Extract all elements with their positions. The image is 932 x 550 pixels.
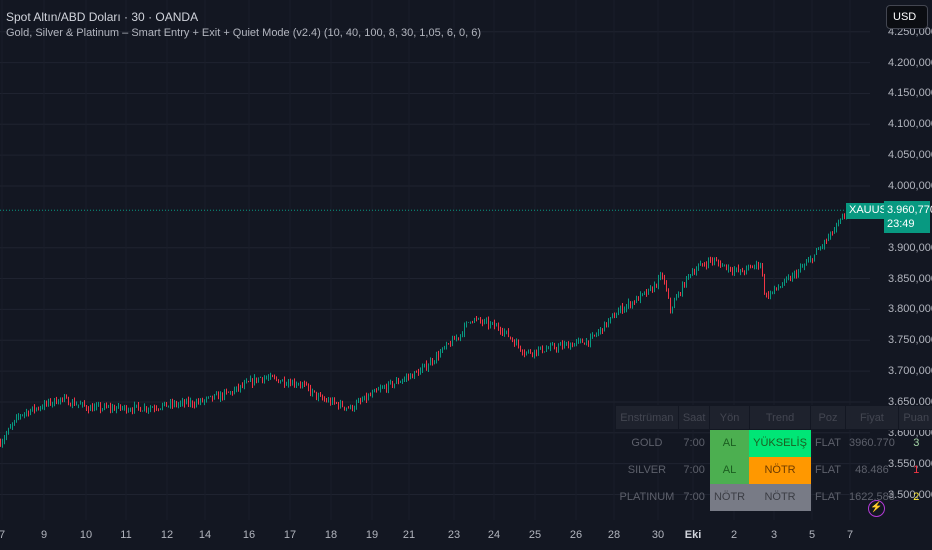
- time-label: 23: [447, 529, 461, 541]
- time-label: 2: [730, 529, 738, 541]
- time: 7:00: [683, 464, 705, 476]
- score: 1: [913, 464, 920, 476]
- time: 7:00: [683, 491, 705, 503]
- price: 3960.770: [849, 437, 895, 450]
- time-label: 10: [79, 529, 93, 541]
- currency-button[interactable]: USD: [886, 5, 928, 29]
- last-price: 3.960,770: [887, 204, 932, 216]
- time-label: 28: [607, 529, 621, 541]
- instrument: PLATINUM: [619, 491, 675, 503]
- time-label: 7: [846, 529, 854, 541]
- price-label: 3.800,000: [888, 303, 932, 316]
- time-label: 7: [0, 529, 6, 541]
- time-label: 14: [198, 529, 212, 541]
- time-label: 30: [651, 529, 665, 541]
- time-label: 25: [528, 529, 542, 541]
- trend: YÜKSELİŞ: [749, 429, 811, 457]
- last-price-label: 3.960,770 23:49: [884, 201, 932, 233]
- price-label: 4.000,000: [888, 180, 932, 192]
- price-label: 4.150,000: [888, 87, 932, 100]
- position: FLAT: [814, 491, 842, 503]
- time-label: 19: [365, 529, 379, 541]
- time-label: 9: [40, 529, 48, 541]
- price-label: 3.750,000: [888, 334, 932, 347]
- price-label: 3.700,000: [888, 365, 932, 378]
- time-label: 18: [324, 529, 338, 541]
- time: 7:00: [683, 437, 705, 450]
- bar-countdown: 23:49: [887, 218, 915, 230]
- time-label: 26: [569, 529, 583, 541]
- lightning-icon[interactable]: ⚡: [868, 500, 885, 517]
- time-label: 21: [402, 529, 416, 541]
- price-label: 4.100,000: [888, 118, 932, 131]
- price-label: 3.850,000: [888, 272, 932, 285]
- table-row: SILVER 7:00 AL NÖTR FLAT 48.486 1: [616, 456, 932, 484]
- table-row: GOLD 7:00 AL YÜKSELİŞ FLAT 3960.770 3: [616, 429, 932, 457]
- price-label: 4.050,000: [888, 149, 932, 162]
- time-label: 12: [160, 529, 174, 541]
- time-label: Eki: [684, 529, 702, 541]
- col-header: Saat: [677, 405, 711, 430]
- direction: AL: [709, 456, 750, 484]
- col-header: Trend: [748, 405, 812, 430]
- instrument: SILVER: [627, 464, 667, 476]
- trend: NÖTR: [749, 483, 811, 511]
- time-label: 11: [120, 529, 132, 541]
- direction: NÖTR: [709, 483, 750, 511]
- score: 2: [913, 491, 920, 503]
- price: 48.486: [855, 464, 889, 476]
- instrument: GOLD: [631, 437, 663, 450]
- position: FLAT: [814, 464, 842, 476]
- price-label: 4.200,000: [888, 56, 932, 69]
- signal-table: Enstrüman Saat Yön Trend Poz Fiyat Puan …: [615, 405, 932, 511]
- symbol-title[interactable]: Spot Altın/ABD Doları · 30 · OANDA: [6, 10, 198, 24]
- score: 3: [913, 437, 920, 450]
- time-label: 3: [770, 529, 778, 541]
- time-label: 17: [283, 529, 297, 541]
- trend: NÖTR: [749, 456, 811, 484]
- col-header: Fiyat: [844, 405, 900, 430]
- price-label: 3.900,000: [888, 241, 932, 254]
- indicator-legend[interactable]: Gold, Silver & Platinum – Smart Entry + …: [6, 27, 481, 39]
- time-label: 24: [487, 529, 501, 541]
- time-axis[interactable]: 7 9 10 11 12 14 16 17 18 19 21 23 24 25 26 28 30 Eki 2 3 5 7: [0, 520, 932, 550]
- time-label: 5: [808, 529, 816, 541]
- col-header: Enstrüman: [615, 405, 679, 430]
- col-header: Poz: [810, 405, 846, 430]
- col-header: Yön: [709, 405, 750, 430]
- direction: AL: [709, 429, 750, 457]
- col-header: Puan: [898, 405, 932, 430]
- position: FLAT: [814, 437, 842, 450]
- time-label: 16: [242, 529, 256, 541]
